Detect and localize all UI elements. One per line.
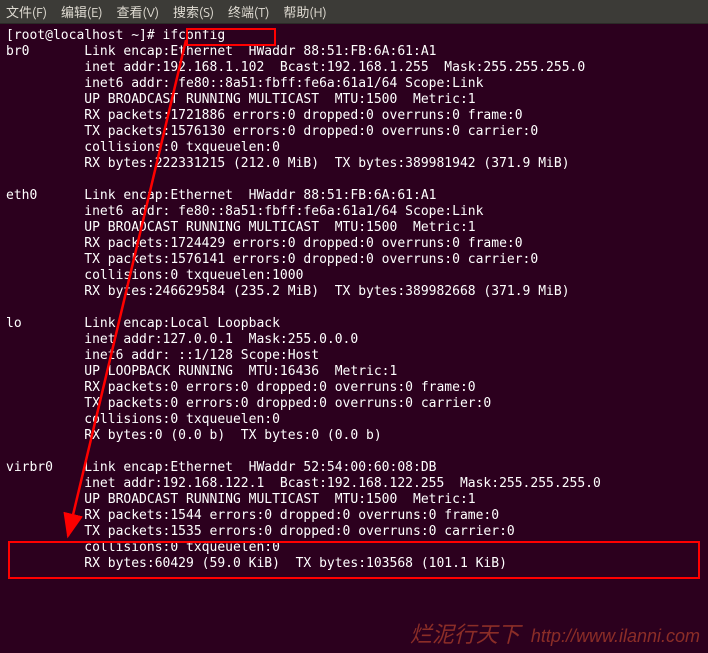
menu-bar: 文件(F) 编辑(E) 查看(V) 搜索(S) 终端(T) 帮助(H): [0, 0, 708, 24]
watermark-url: http://www.ilanni.com: [531, 626, 700, 646]
menu-view[interactable]: 查看(V): [117, 2, 159, 21]
menu-search[interactable]: 搜索(S): [173, 2, 214, 21]
watermark: 烂泥行天下 http://www.ilanni.com: [410, 617, 700, 649]
watermark-cn: 烂泥行天下: [410, 622, 520, 647]
menu-file[interactable]: 文件(F): [6, 2, 47, 21]
menu-help[interactable]: 帮助(H): [283, 2, 326, 21]
terminal-output[interactable]: [root@localhost ~]# ifconfig br0 Link en…: [0, 24, 708, 576]
menu-edit[interactable]: 编辑(E): [61, 2, 102, 21]
menu-terminal-item[interactable]: 终端(T): [228, 2, 269, 21]
